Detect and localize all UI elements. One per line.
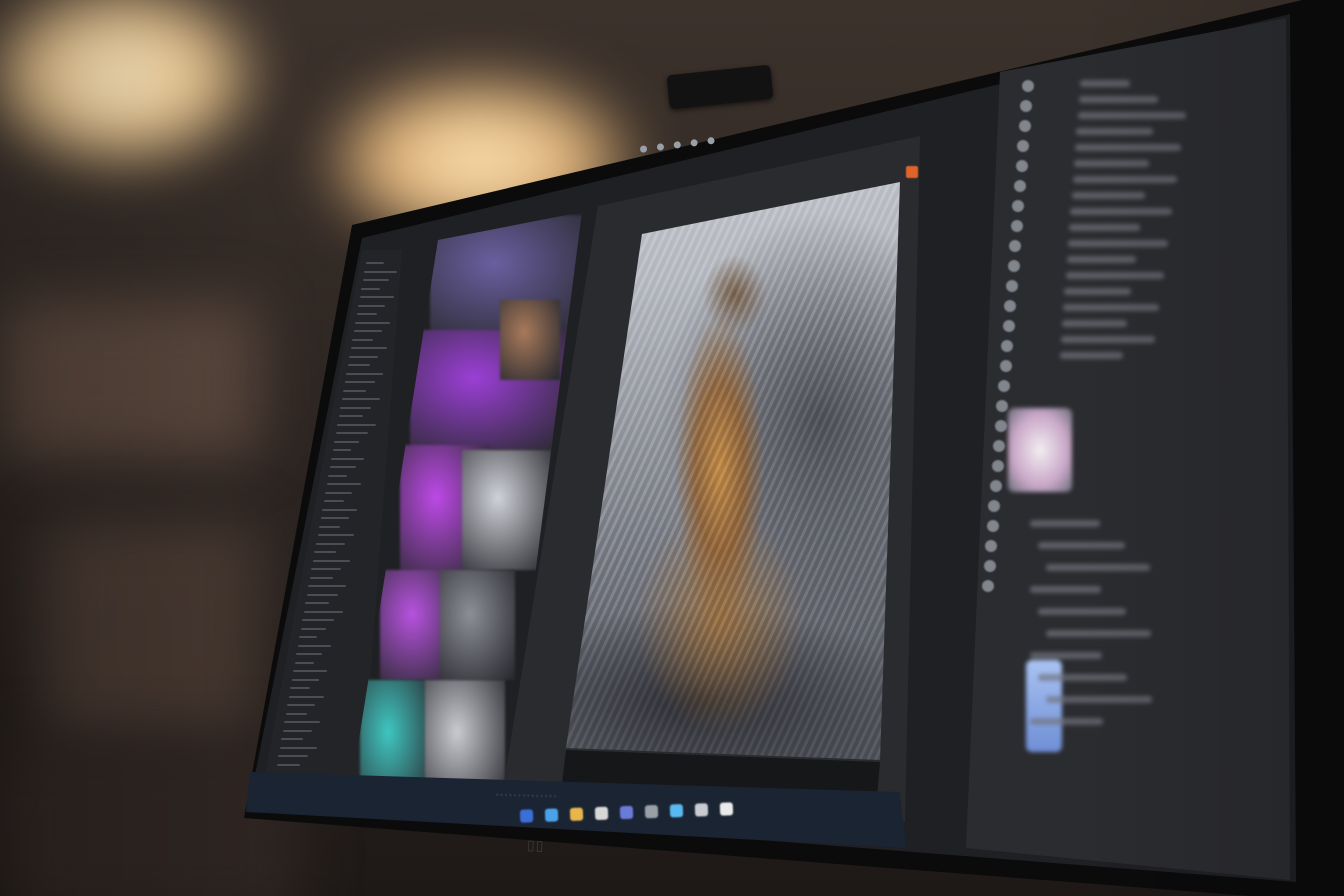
layer-row-label[interactable] (1078, 96, 1158, 103)
layer-list (0, 0, 1344, 896)
layer-row-label[interactable] (1074, 160, 1149, 167)
layer-row-label[interactable] (1071, 192, 1145, 199)
layer-row-label[interactable] (1038, 608, 1126, 615)
layer-row-label[interactable] (1046, 696, 1152, 703)
layer-row-label[interactable] (1069, 224, 1141, 231)
layer-row-label[interactable] (1072, 176, 1177, 183)
taskbar-app-icon[interactable] (644, 804, 659, 819)
layer-row-label[interactable] (1077, 112, 1186, 119)
layer-row-label[interactable] (1038, 674, 1127, 681)
monitor-logo: ▯▯ (526, 837, 545, 855)
layer-row-label[interactable] (1030, 520, 1100, 527)
status-text-blurred: · · · · · · · · · · · · · · (495, 791, 557, 801)
layer-row-label[interactable] (1076, 128, 1154, 135)
taskbar-app-icon[interactable] (519, 809, 534, 823)
layer-row-label[interactable] (1046, 564, 1150, 571)
taskbar-app-icon[interactable] (719, 802, 734, 816)
layer-row-label[interactable] (1060, 336, 1155, 343)
layer-row-label[interactable] (1075, 144, 1182, 151)
layer-row-label[interactable] (1030, 718, 1103, 725)
layer-row-label[interactable] (1030, 652, 1102, 659)
layer-row-label[interactable] (1059, 352, 1123, 359)
layer-row-label[interactable] (1064, 288, 1132, 295)
layer-row-label[interactable] (1030, 586, 1101, 593)
taskbar-app-icon[interactable] (569, 807, 584, 821)
layer-row-label[interactable] (1062, 320, 1127, 327)
layer-row-label[interactable] (1046, 630, 1151, 637)
layer-thumb-icon[interactable] (1008, 408, 1072, 492)
taskbar-app-icon[interactable] (544, 808, 559, 822)
layer-row-label[interactable] (1066, 256, 1136, 263)
layer-row-label[interactable] (1080, 80, 1130, 87)
layer-row-label[interactable] (1068, 240, 1168, 247)
layer-row-label[interactable] (1065, 272, 1164, 279)
taskbar-app-icon[interactable] (594, 806, 609, 821)
taskbar-app-icon[interactable] (669, 804, 684, 818)
taskbar-app-icon[interactable] (694, 803, 709, 817)
layer-row-label[interactable] (1063, 304, 1160, 311)
layer-row-label[interactable] (1038, 542, 1125, 549)
taskbar-app-icon[interactable] (619, 805, 634, 820)
layer-row-label[interactable] (1070, 208, 1173, 215)
